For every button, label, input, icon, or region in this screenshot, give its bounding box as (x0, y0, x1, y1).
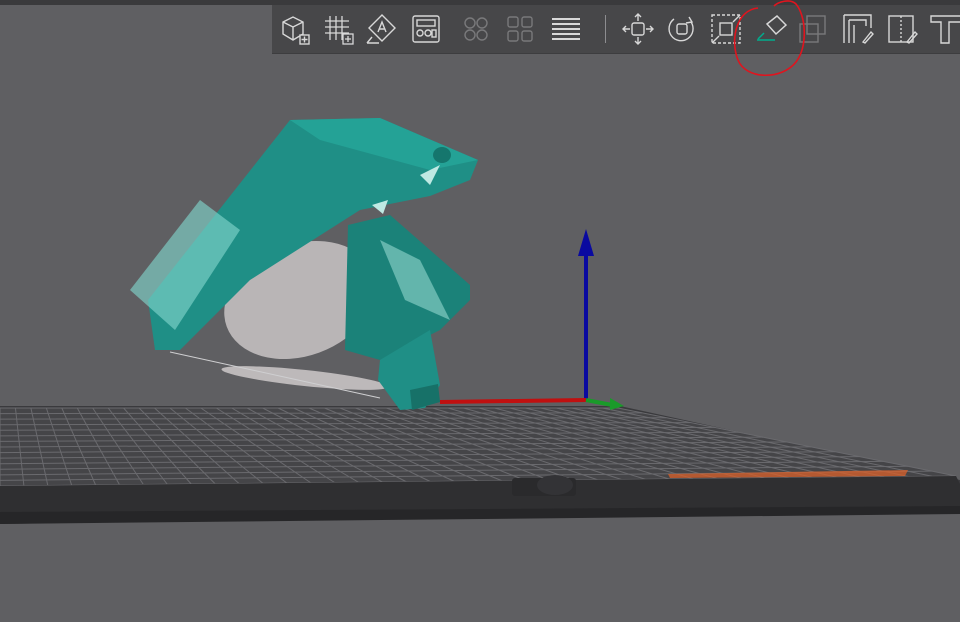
axis-gizmo (439, 229, 624, 410)
annotation-circle (733, 0, 806, 76)
split-parts-icon (507, 16, 533, 42)
3d-model[interactable] (130, 118, 478, 410)
auto-orient-button[interactable] (364, 11, 400, 47)
support-paint-button[interactable] (840, 11, 876, 47)
seam-paint-icon (888, 15, 918, 44)
main-toolbar (272, 5, 960, 54)
3d-viewport[interactable] (0, 0, 960, 622)
grid-plus-icon (325, 16, 354, 45)
variable-layer-button[interactable] (548, 11, 584, 47)
split-parts-button[interactable] (502, 11, 538, 47)
move-icon (622, 13, 654, 45)
add-object-button[interactable] (276, 11, 312, 47)
support-paint-icon (843, 14, 874, 44)
text-tool-icon (930, 15, 960, 44)
text-button[interactable] (926, 11, 960, 47)
split-objects-button[interactable] (458, 11, 494, 47)
arrange-icon (412, 15, 440, 43)
auto-orient-icon (366, 14, 396, 44)
arrange-button[interactable] (408, 11, 444, 47)
layers-icon (552, 18, 580, 40)
add-plate-button[interactable] (320, 11, 356, 47)
rotate-button[interactable] (664, 11, 700, 47)
cube-plus-icon (282, 16, 310, 45)
seam-paint-button[interactable] (884, 11, 920, 47)
build-plate (0, 406, 960, 524)
move-button[interactable] (620, 11, 656, 47)
toolbar-separator (605, 15, 606, 43)
rotate-icon (668, 16, 694, 42)
split-objects-icon (464, 17, 488, 41)
